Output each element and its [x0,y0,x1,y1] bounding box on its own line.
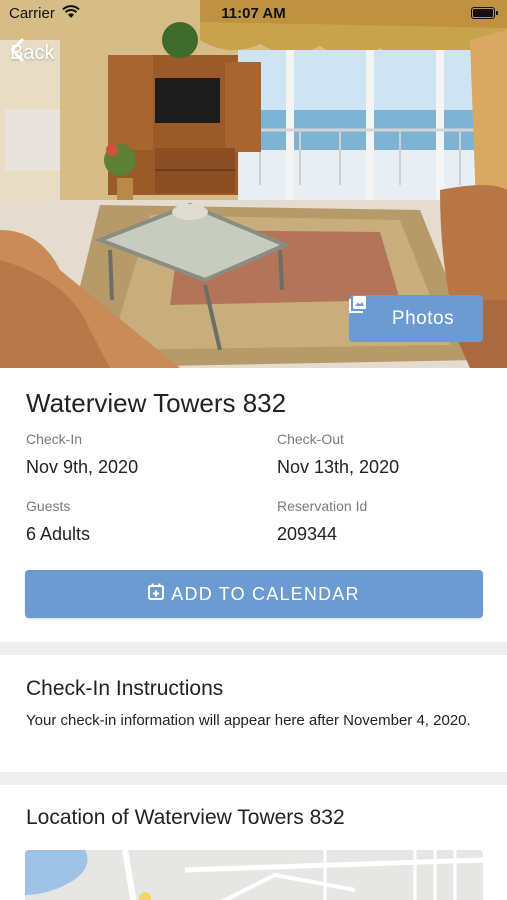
calendar-add-icon [148,583,165,605]
guests-label: Guests [26,498,71,514]
add-to-calendar-label: ADD TO CALENDAR [171,583,360,604]
status-bar: Carrier 11:07 AM [0,0,507,30]
check-in-value: Nov 9th, 2020 [26,457,139,477]
check-out-label: Check-Out [277,431,344,447]
section-divider [0,772,507,785]
back-button[interactable]: Back [10,38,54,68]
reservation-id-value: 209344 [277,524,338,544]
add-to-calendar-button[interactable]: ADD TO CALENDAR [25,570,483,618]
section-divider [0,642,507,655]
property-hero-photo: Carrier 11:07 AM Back Photos [0,0,507,368]
check-in-instructions-body: Your check-in information will appear he… [26,712,471,729]
photos-button-label: Photos [391,307,455,329]
location-title: Location of Waterview Towers 832 [26,806,345,829]
chevron-left-icon [10,38,24,62]
property-name: Waterview Towers 832 [26,388,287,418]
location-map[interactable] [25,850,483,900]
guests-value: 6 Adults [26,524,91,544]
map-illustration [25,850,483,900]
check-in-instructions-title: Check-In Instructions [26,677,224,700]
battery-icon [471,7,498,19]
clock: 11:07 AM [221,5,286,22]
photos-button[interactable]: Photos [349,295,483,342]
check-out-value: Nov 13th, 2020 [277,457,400,477]
reservation-id-label: Reservation Id [277,498,368,514]
check-in-label: Check-In [26,431,83,447]
